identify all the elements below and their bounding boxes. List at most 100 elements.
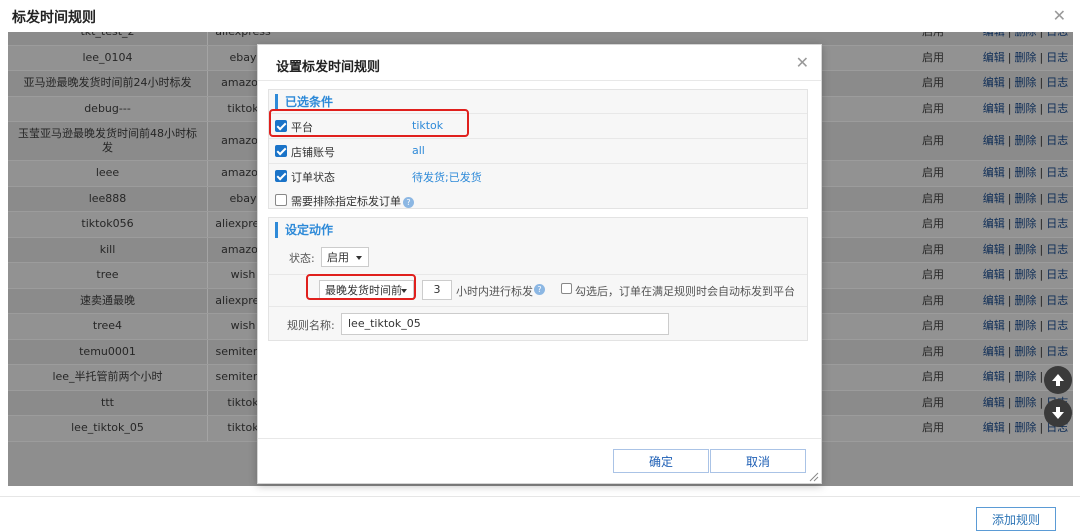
separator: | (1008, 32, 1012, 39)
separator: | (1039, 319, 1044, 333)
separator: | (1007, 133, 1012, 147)
delete-link[interactable]: 删除 (1015, 51, 1037, 65)
status-cell: 启用 (888, 32, 978, 45)
condition-exclude-orders[interactable]: 需要排除指定标发订单? (269, 188, 807, 213)
edit-link[interactable]: 编辑 (983, 370, 1005, 384)
add-rule-button[interactable]: 添加规则 (976, 507, 1056, 531)
resize-grip-icon[interactable] (809, 472, 819, 482)
condition-order-status[interactable]: 订单状态 待发货;已发货 (269, 163, 807, 188)
delete-link[interactable]: 删除 (1015, 345, 1037, 359)
close-icon[interactable]: ✕ (1053, 6, 1066, 25)
condition-value[interactable]: 待发货;已发货 (412, 169, 482, 185)
status-label: 状态: (289, 252, 315, 265)
log-link[interactable]: 日志 (1046, 102, 1068, 116)
condition-platform[interactable]: 平台 tiktok (269, 113, 807, 138)
time-type-value: 最晚发货时间前 (325, 284, 402, 297)
log-link[interactable]: 日志 (1046, 319, 1068, 333)
delete-link[interactable]: 删除 (1015, 396, 1037, 410)
delete-link[interactable]: 删除 (1015, 243, 1037, 257)
log-link[interactable]: 日志 (1046, 345, 1068, 359)
edit-link[interactable]: 编辑 (983, 396, 1005, 410)
hours-input[interactable]: 3 (422, 280, 452, 300)
separator: | (1039, 101, 1044, 115)
order-status-checkbox[interactable] (275, 170, 287, 182)
help-icon[interactable]: ? (403, 196, 414, 208)
separator: | (1039, 370, 1044, 384)
platform-checkbox[interactable] (275, 120, 287, 132)
status-cell: 启用 (922, 133, 944, 147)
delete-link[interactable]: 删除 (1015, 370, 1037, 384)
log-link[interactable]: 日志 (1046, 134, 1068, 148)
scroll-down-button[interactable] (1044, 399, 1072, 427)
rule-name-cell: debug--- (8, 96, 208, 121)
delete-link[interactable]: 删除 (1015, 421, 1037, 435)
delete-link[interactable]: 删除 (1015, 294, 1037, 308)
delete-link[interactable]: 删除 (1015, 166, 1037, 180)
delete-link[interactable]: 删除 (1015, 134, 1037, 148)
condition-shop-account[interactable]: 店铺账号 all (269, 138, 807, 163)
delete-link[interactable]: 删除 (1015, 268, 1037, 282)
edit-link[interactable]: 编辑 (983, 421, 1005, 435)
delete-link[interactable]: 删除 (1015, 32, 1037, 39)
separator: | (1007, 421, 1012, 435)
dialog-title: 设置标发时间规则 (276, 60, 381, 75)
separator: | (1039, 50, 1044, 64)
confirm-button[interactable]: 确定 (613, 449, 709, 473)
exclude-orders-checkbox[interactable] (275, 194, 287, 206)
log-link[interactable]: 日志 (1046, 51, 1068, 65)
delete-link[interactable]: 删除 (1015, 217, 1037, 231)
edit-link[interactable]: 编辑 (983, 76, 1005, 90)
ops-cell: 编辑|删除|日志 (978, 340, 1073, 365)
rule-name-cell: lee_0104 (8, 45, 208, 70)
hours-suffix: 小时内进行标发 (456, 285, 533, 298)
edit-link[interactable]: 编辑 (983, 51, 1005, 65)
log-link[interactable]: 日志 (1046, 294, 1068, 308)
condition-value[interactable]: all (412, 144, 425, 157)
edit-link[interactable]: 编辑 (983, 268, 1005, 282)
delete-link[interactable]: 删除 (1015, 76, 1037, 90)
delete-link[interactable]: 删除 (1015, 102, 1037, 116)
edit-link[interactable]: 编辑 (983, 32, 1005, 39)
cancel-button[interactable]: 取消 (710, 449, 806, 473)
condition-value[interactable]: tiktok (412, 119, 443, 132)
auto-mark-checkbox[interactable] (561, 283, 572, 294)
rule-name-input[interactable]: lee_tiktok_05 (341, 313, 669, 335)
condition-label: 平台 (291, 121, 313, 134)
log-link[interactable]: 日志 (1046, 243, 1068, 257)
ops-cell: 编辑|删除|日志 (978, 32, 1073, 45)
log-link[interactable]: 日志 (1046, 192, 1068, 206)
status-cell: 启用 (922, 395, 944, 409)
ops-cell: 编辑|删除|日志 (978, 212, 1073, 237)
delete-link[interactable]: 删除 (1015, 319, 1037, 333)
log-link[interactable]: 日志 (1046, 166, 1068, 180)
log-link[interactable]: 日志 (1046, 268, 1068, 282)
edit-link[interactable]: 编辑 (983, 192, 1005, 206)
rule-name-cell: tkt_test_2 (8, 32, 208, 45)
exclude-label-text: 需要排除指定标发订单 (291, 195, 401, 208)
scroll-up-button[interactable] (1044, 366, 1072, 394)
ops-cell: 编辑|删除|日志 (978, 187, 1073, 212)
edit-link[interactable]: 编辑 (983, 243, 1005, 257)
log-link[interactable]: 日志 (1046, 76, 1068, 90)
edit-link[interactable]: 编辑 (983, 294, 1005, 308)
shop-account-checkbox[interactable] (275, 145, 287, 157)
log-link[interactable]: 日志 (1046, 32, 1068, 39)
help-icon[interactable]: ? (534, 284, 545, 295)
separator: | (1039, 166, 1044, 180)
status-cell: 启用 (922, 76, 944, 90)
separator: | (1007, 217, 1012, 231)
edit-link[interactable]: 编辑 (983, 102, 1005, 116)
dialog-header: 设置标发时间规则 ✕ (258, 45, 821, 81)
status-select-value: 启用 (327, 251, 349, 264)
time-type-select[interactable]: 最晚发货时间前 (319, 280, 414, 300)
separator: | (1039, 344, 1044, 358)
status-select[interactable]: 启用 (321, 247, 369, 267)
edit-link[interactable]: 编辑 (983, 319, 1005, 333)
delete-link[interactable]: 删除 (1015, 192, 1037, 206)
edit-link[interactable]: 编辑 (983, 166, 1005, 180)
edit-link[interactable]: 编辑 (983, 345, 1005, 359)
dialog-close-icon[interactable]: ✕ (796, 53, 809, 72)
edit-link[interactable]: 编辑 (983, 217, 1005, 231)
log-link[interactable]: 日志 (1046, 217, 1068, 231)
edit-link[interactable]: 编辑 (983, 134, 1005, 148)
